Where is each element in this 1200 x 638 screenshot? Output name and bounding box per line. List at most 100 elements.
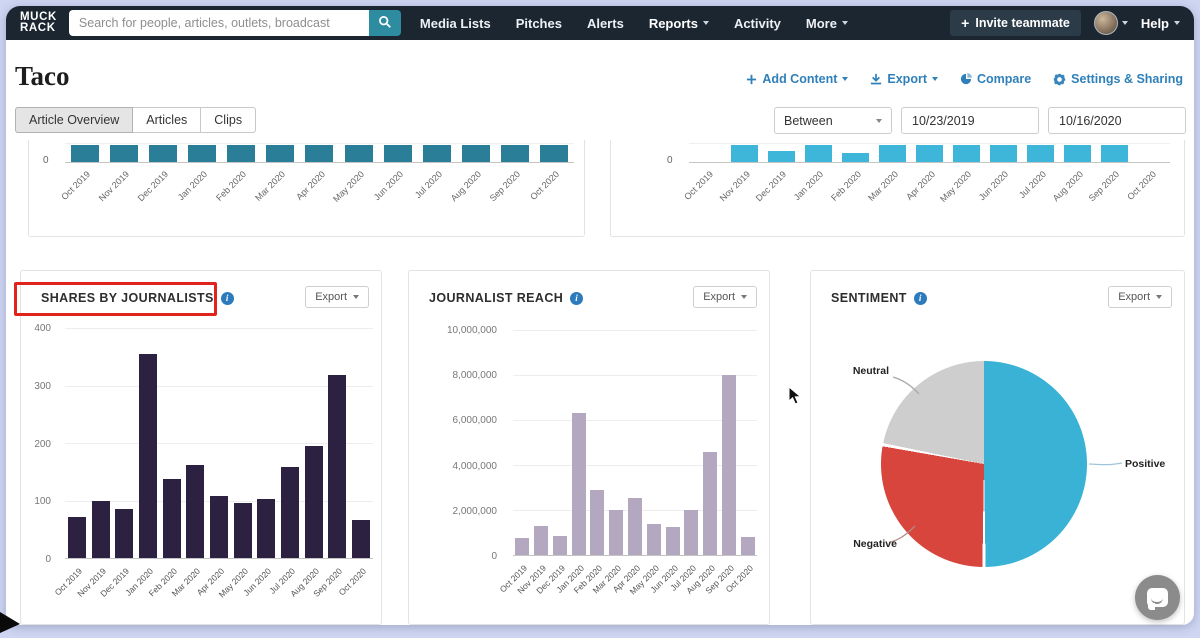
bar-apr-2020 (916, 145, 943, 162)
x-axis-label: Apr 2020 (294, 169, 327, 202)
bar-aug-2020 (305, 446, 323, 558)
export-button[interactable]: Export (305, 286, 369, 308)
bar-sep-2020 (328, 375, 346, 558)
action-add-content[interactable]: Add Content (746, 72, 848, 86)
info-icon[interactable]: i (570, 292, 583, 305)
nav-item-label: Alerts (587, 16, 624, 31)
bar-jun-2020 (990, 145, 1017, 162)
bar-apr-2020 (628, 498, 642, 555)
export-label: Export (1118, 291, 1150, 303)
bar-nov-2019 (534, 526, 548, 555)
x-axis-label: Oct 2019 (59, 169, 92, 202)
x-axis-label: Sep 2020 (488, 169, 522, 203)
bar-chart-plot (65, 143, 574, 163)
search-button[interactable] (369, 10, 401, 36)
y-axis-label: 2,000,000 (453, 506, 498, 517)
chevron-down-icon (703, 21, 709, 25)
bar-feb-2020 (227, 145, 255, 162)
bar-nov-2019 (110, 145, 138, 162)
bar-jul-2020 (684, 510, 698, 555)
x-axis-label: Oct 2020 (529, 169, 562, 202)
cropped-chart-card-left: 0 Oct 2019Nov 2019Dec 2019Jan 2020Feb 20… (28, 140, 585, 237)
y-axis-label: 6,000,000 (453, 415, 498, 426)
help-label: Help (1141, 16, 1169, 31)
x-axis-label: Oct 2020 (1126, 169, 1159, 202)
nav-item-alerts[interactable]: Alerts (587, 16, 624, 31)
help-menu[interactable]: Help (1141, 16, 1180, 31)
nav-item-label: Pitches (516, 16, 562, 31)
bar-apr-2020 (305, 145, 333, 162)
muckrack-logo[interactable]: MUCK RACK (20, 12, 57, 33)
y-axis-label: 200 (34, 439, 51, 450)
bar-jun-2020 (257, 499, 275, 558)
bar-dec-2019 (553, 536, 567, 555)
user-menu[interactable] (1094, 11, 1128, 35)
y-axis-label: 10,000,000 (447, 325, 497, 336)
nav-links: Media Lists Pitches Alerts Reports Activity M… (420, 16, 848, 31)
export-button[interactable]: Export (1108, 286, 1172, 308)
bar-nov-2019 (731, 145, 758, 162)
cropped-chart-card-right: 0 Oct 2019Nov 2019Dec 2019Jan 2020Feb 20… (610, 140, 1185, 237)
action-label: Compare (977, 72, 1031, 86)
chevron-down-icon (842, 77, 848, 81)
nav-item-label: More (806, 16, 837, 31)
bar-dec-2019 (149, 145, 177, 162)
nav-item-pitches[interactable]: Pitches (516, 16, 562, 31)
bar-dec-2019 (768, 151, 795, 162)
bar-jan-2020 (805, 145, 832, 162)
invite-teammate-button[interactable]: Invite teammate (950, 10, 1081, 36)
y-axis-label: 100 (34, 496, 51, 507)
download-icon (870, 73, 882, 85)
pie-label-negative: Negative (835, 538, 897, 550)
search-bar (69, 10, 401, 36)
action-compare[interactable]: Compare (960, 72, 1031, 86)
export-button[interactable]: Export (693, 286, 757, 308)
x-axis-label: Jan 2020 (792, 169, 825, 202)
nav-item-label: Reports (649, 16, 698, 31)
tab-article-overview[interactable]: Article Overview (15, 107, 133, 133)
action-export[interactable]: Export (870, 72, 938, 86)
x-axis-label: Mar 2020 (253, 169, 287, 203)
info-icon[interactable]: i (914, 292, 927, 305)
x-axis-label: Jul 2020 (413, 169, 444, 200)
action-settings-sharing[interactable]: Settings & Sharing (1053, 72, 1183, 86)
nav-item-activity[interactable]: Activity (734, 16, 781, 31)
chat-widget-button[interactable] (1135, 575, 1180, 620)
x-axis-label: Feb 2020 (829, 169, 863, 203)
nav-item-media-lists[interactable]: Media Lists (420, 16, 491, 31)
bar-chart-plot (689, 143, 1170, 163)
info-icon[interactable]: i (221, 292, 234, 305)
nav-item-reports[interactable]: Reports (649, 16, 709, 31)
y-axis-labels: 02,000,0004,000,0006,000,0008,000,00010,… (409, 330, 505, 556)
bar-sep-2020 (722, 375, 736, 555)
page-title: Taco (15, 61, 70, 92)
top-nav: MUCK RACK Media Lists Pitches Alerts Report… (6, 6, 1194, 40)
pie-label-positive: Positive (1125, 458, 1165, 470)
bar-mar-2020 (186, 465, 204, 558)
chevron-down-icon (741, 295, 747, 299)
chevron-down-icon (876, 119, 882, 123)
x-axis-label: Nov 2019 (717, 169, 751, 203)
x-axis-labels: Oct 2019Nov 2019Dec 2019Jan 2020Feb 2020… (689, 166, 1170, 230)
chevron-down-icon (842, 21, 848, 25)
chevron-down-icon (1174, 21, 1180, 25)
range-operator-select[interactable]: Between (774, 107, 892, 134)
bar-aug-2020 (462, 145, 490, 162)
search-input[interactable] (69, 10, 369, 36)
bar-jul-2020 (423, 145, 451, 162)
x-axis-label: Dec 2019 (754, 169, 788, 203)
x-axis-label: Jul 2020 (1016, 169, 1047, 200)
invite-teammate-label: Invite teammate (975, 16, 1069, 30)
y-axis-label: 0 (43, 155, 49, 166)
gear-icon (1053, 73, 1066, 86)
tab-clips[interactable]: Clips (200, 107, 256, 133)
browser-frame: MUCK RACK Media Lists Pitches Alerts Report… (0, 0, 1200, 638)
start-date-input[interactable] (901, 107, 1039, 134)
tab-articles[interactable]: Articles (132, 107, 201, 133)
nav-item-more[interactable]: More (806, 16, 848, 31)
x-axis-label: Sep 2020 (1087, 169, 1121, 203)
end-date-input[interactable] (1048, 107, 1186, 134)
nav-item-label: Media Lists (420, 16, 491, 31)
bar-may-2020 (647, 524, 661, 556)
bar-mar-2020 (609, 510, 623, 555)
